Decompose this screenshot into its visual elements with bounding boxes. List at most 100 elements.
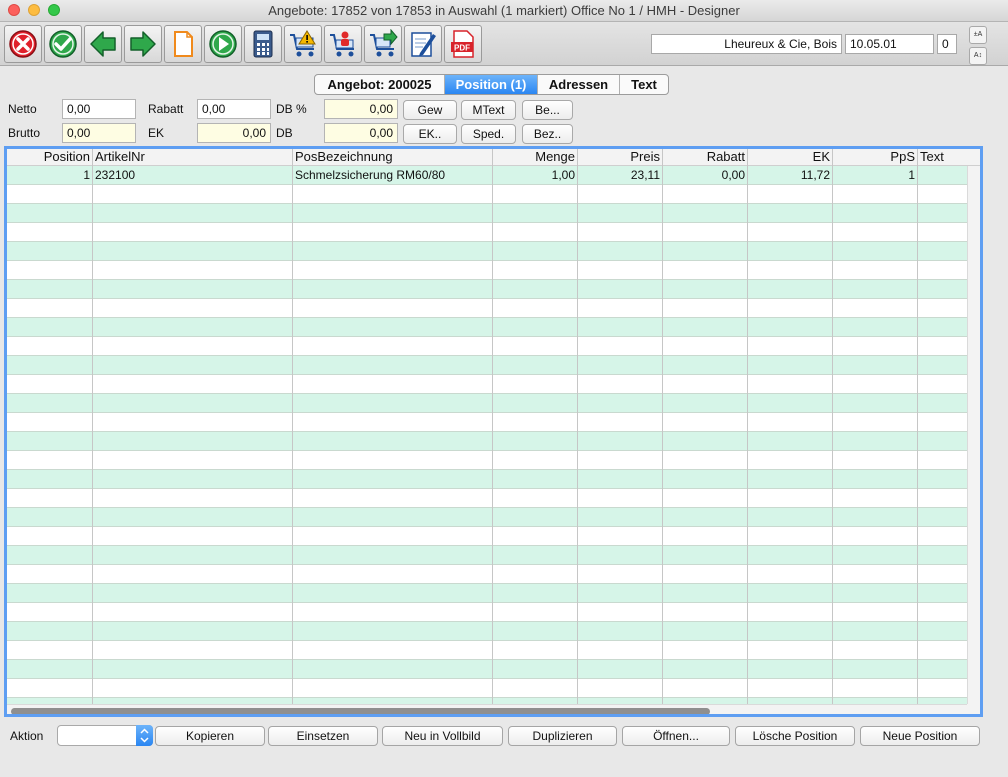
cancel-icon	[9, 30, 37, 58]
cell-ek: 11,72	[800, 168, 830, 182]
oeffnen-button[interactable]: Öffnen...	[622, 726, 730, 746]
table-row[interactable]	[7, 470, 967, 489]
main-window: Angebote: 17852 von 17853 in Auswahl (1 …	[0, 0, 1008, 777]
column-divider	[917, 149, 918, 704]
select-arrows-icon[interactable]	[136, 725, 153, 746]
horizontal-scroll-thumb[interactable]	[11, 708, 710, 714]
col-header-text[interactable]: Text	[918, 149, 968, 166]
sped-button[interactable]: Sped.	[461, 124, 516, 144]
table-row[interactable]	[7, 261, 967, 280]
bez-button[interactable]: Bez..	[522, 124, 573, 144]
table-row[interactable]	[7, 185, 967, 204]
font-decrease-button[interactable]: A↕	[969, 47, 987, 65]
table-row[interactable]	[7, 641, 967, 660]
table-row[interactable]	[7, 204, 967, 223]
rabatt-field[interactable]: 0,00	[197, 99, 271, 119]
calculator-icon	[253, 30, 273, 58]
column-divider	[492, 149, 493, 704]
table-row[interactable]	[7, 356, 967, 375]
tab-text[interactable]: Text	[620, 75, 668, 94]
table-row[interactable]	[7, 318, 967, 337]
neu-in-vollbild-button[interactable]: Neu in Vollbild	[382, 726, 503, 746]
table-row[interactable]	[7, 546, 967, 565]
table-row[interactable]	[7, 242, 967, 261]
table-row[interactable]	[7, 489, 967, 508]
tab-angebot[interactable]: Angebot: 200025	[315, 75, 445, 94]
counter-field[interactable]: 0	[937, 34, 957, 54]
cell-posbezeichnung: Schmelzsicherung RM60/80	[295, 168, 446, 182]
date-field[interactable]: 10.05.01	[845, 34, 934, 54]
table-row[interactable]	[7, 565, 967, 584]
positions-table[interactable]: Position ArtikelNr PosBezeichnung Menge …	[4, 146, 983, 717]
table-row[interactable]	[7, 413, 967, 432]
cart-warning-button[interactable]	[284, 25, 322, 63]
table-row[interactable]	[7, 679, 967, 698]
duplizieren-button[interactable]: Duplizieren	[508, 726, 617, 746]
cancel-button[interactable]	[4, 25, 42, 63]
table-row[interactable]	[7, 603, 967, 622]
col-header-pps[interactable]: PpS	[833, 149, 917, 166]
next-button[interactable]	[124, 25, 162, 63]
title-bar: Angebote: 17852 von 17853 in Auswahl (1 …	[0, 0, 1008, 22]
ek-label: EK	[148, 126, 165, 140]
einsetzen-button[interactable]: Einsetzen	[268, 726, 378, 746]
toolbar: PDF Lheureux & Cie, Bois 10.05.01 0 ±A A…	[0, 22, 1008, 66]
col-header-position[interactable]: Position	[7, 149, 92, 166]
col-header-posbezeichnung[interactable]: PosBezeichnung	[293, 149, 492, 166]
table-row[interactable]	[7, 660, 967, 679]
confirm-button[interactable]	[44, 25, 82, 63]
table-row[interactable]	[7, 280, 967, 299]
customer-field[interactable]: Lheureux & Cie, Bois	[651, 34, 842, 54]
table-row[interactable]	[7, 299, 967, 318]
previous-button[interactable]	[84, 25, 122, 63]
vertical-scrollbar[interactable]	[967, 166, 980, 704]
col-header-menge[interactable]: Menge	[493, 149, 577, 166]
neue-position-button[interactable]: Neue Position	[860, 726, 980, 746]
new-document-button[interactable]	[164, 25, 202, 63]
ek-button[interactable]: EK..	[403, 124, 457, 144]
forward-arrow-icon	[130, 31, 156, 57]
gew-button[interactable]: Gew	[403, 100, 457, 120]
calculator-button[interactable]	[244, 25, 282, 63]
pdf-button[interactable]: PDF	[444, 25, 482, 63]
table-row[interactable]	[7, 508, 967, 527]
table-header: Position ArtikelNr PosBezeichnung Menge …	[7, 149, 980, 166]
table-row[interactable]	[7, 622, 967, 641]
table-row[interactable]	[7, 375, 967, 394]
cart-person-button[interactable]	[324, 25, 362, 63]
tab-adressen[interactable]: Adressen	[538, 75, 620, 94]
table-row[interactable]: 1 232100 Schmelzsicherung RM60/80 1,00 23,11…	[7, 166, 967, 185]
kopieren-button[interactable]: Kopieren	[155, 726, 265, 746]
svg-text:PDF: PDF	[454, 44, 470, 53]
cell-menge: 1,00	[551, 168, 575, 182]
col-header-rabatt[interactable]: Rabatt	[663, 149, 747, 166]
edit-document-icon	[411, 32, 436, 57]
pdf-icon: PDF	[451, 30, 474, 58]
netto-field[interactable]: 0,00	[62, 99, 136, 119]
be-button[interactable]: Be...	[522, 100, 573, 120]
cart-export-icon	[370, 29, 398, 57]
cart-export-button[interactable]	[364, 25, 402, 63]
table-row[interactable]	[7, 223, 967, 242]
play-button[interactable]	[204, 25, 242, 63]
loesche-position-button[interactable]: Lösche Position	[735, 726, 855, 746]
edit-document-button[interactable]	[404, 25, 442, 63]
table-row[interactable]	[7, 394, 967, 413]
table-row[interactable]	[7, 584, 967, 603]
font-increase-button[interactable]: ±A	[969, 26, 987, 44]
table-body: 1 232100 Schmelzsicherung RM60/80 1,00 23,11…	[7, 166, 967, 704]
aktion-select[interactable]	[57, 725, 153, 746]
mtext-button[interactable]: MText	[461, 100, 516, 120]
col-header-preis[interactable]: Preis	[578, 149, 662, 166]
column-divider	[292, 149, 293, 704]
col-header-artikelnr[interactable]: ArtikelNr	[93, 149, 292, 166]
table-row[interactable]	[7, 527, 967, 546]
table-row[interactable]	[7, 432, 967, 451]
table-row[interactable]	[7, 451, 967, 470]
col-header-ek[interactable]: EK	[748, 149, 832, 166]
netto-label: Netto	[8, 102, 37, 116]
tab-position[interactable]: Position (1)	[445, 75, 538, 94]
horizontal-scrollbar[interactable]	[7, 704, 967, 714]
scroll-corner	[967, 704, 980, 714]
table-row[interactable]	[7, 337, 967, 356]
